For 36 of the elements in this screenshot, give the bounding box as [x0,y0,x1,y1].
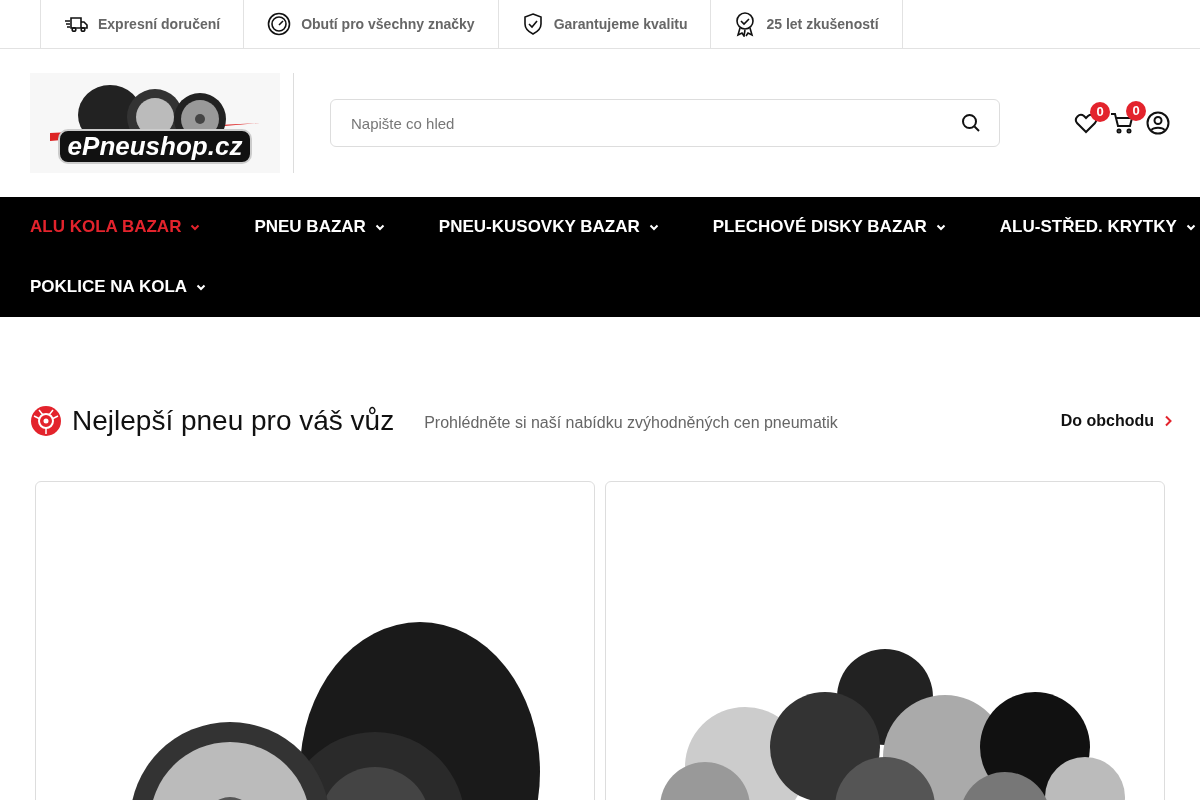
cart-icon[interactable] [1110,111,1134,135]
search-icon[interactable] [961,113,981,133]
feature-label: Expresní doručení [98,16,221,32]
shield-check-icon [521,12,544,36]
feature-label: 25 let zkušeností [766,16,879,32]
section-subtitle: Prohlédněte si naší nabídku zvýhodněných cen pneumatik [424,414,838,432]
shop-logo[interactable]: ePneushop.cz [30,73,280,173]
section-title: Nejlepší pneu pro váš vůz [72,405,395,437]
logo-text: ePneushop.cz [57,128,253,164]
feature-label: Obutí pro všechny značky [301,16,475,32]
nav-menu-item[interactable]: PLECHOVÉ DISKY BAZAR [712,197,946,257]
chevron-down-icon [935,223,946,231]
product-card[interactable] [35,481,595,800]
wishlist-count: 0 [1090,102,1110,122]
nav-menu-item[interactable]: POKLICE NA KOLA [30,257,207,317]
nav-menu-item[interactable]: PNEU-KUSOVKY BAZAR [438,197,659,257]
shop-link[interactable]: Do obchodu [1060,412,1172,430]
nav-menu-item[interactable]: PNEU BAZAR [254,197,385,257]
chevron-down-icon [190,223,201,231]
cart-count: 0 [1126,101,1146,121]
nav-menu-item[interactable]: ALU KOLA BAZAR [30,197,201,257]
heart-icon[interactable] [1074,112,1098,134]
chevron-down-icon [1185,223,1196,231]
speedometer-icon [267,12,292,36]
chevron-down-icon [374,223,385,231]
tyre-icon [31,406,61,436]
user-account-icon[interactable] [1146,111,1170,135]
chevron-down-icon [648,223,659,231]
award-badge-icon [734,11,757,37]
search-field[interactable]: Napište co hled [330,99,1000,147]
chevron-right-icon [1164,415,1172,427]
chevron-down-icon [196,283,207,291]
nav-menu-item[interactable]: ALU-STŘED. KRYTKY [999,197,1196,257]
feature-label: Garantujeme kvalitu [553,16,688,32]
product-card[interactable] [605,481,1165,800]
truck-icon [64,14,88,34]
